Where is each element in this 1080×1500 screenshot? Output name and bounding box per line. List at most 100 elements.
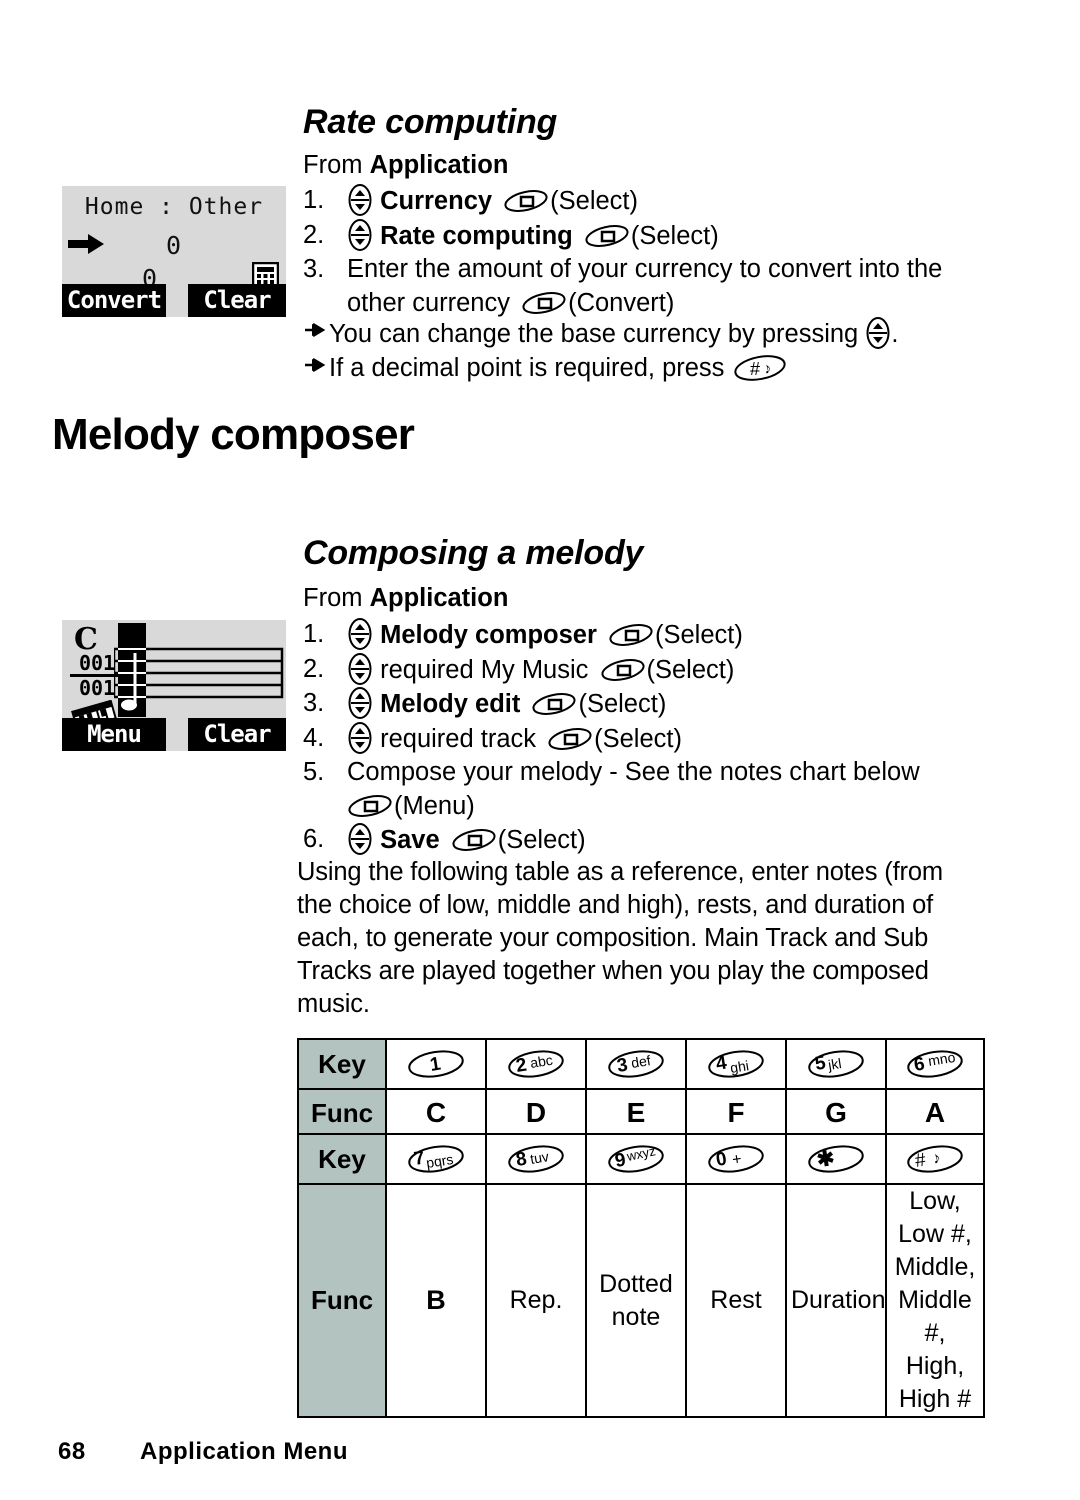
application-label: Application (369, 151, 509, 179)
soft-key-icon (451, 827, 497, 853)
func-cell: F (685, 1088, 787, 1138)
svg-text:✱: ✱ (815, 1146, 836, 1171)
svg-text:0: 0 (714, 1149, 728, 1171)
key-cell: 9 wxyz (585, 1133, 687, 1185)
list-item: 4. required track (Select) (303, 721, 920, 757)
svg-text:3: 3 (615, 1055, 629, 1077)
step-bold-text: Currency (380, 187, 493, 215)
svg-text:8: 8 (514, 1149, 528, 1171)
row-label-func: Func (297, 1088, 387, 1138)
step-tail: (Select) (550, 187, 639, 215)
step-number: 4. (303, 723, 325, 752)
key-cell: 2 abc (485, 1038, 587, 1090)
pitch-option: Low #, (898, 1220, 972, 1248)
func-cell: B (385, 1183, 487, 1418)
key-4-icon: 4 ghi (705, 1049, 767, 1079)
rate-from-application-line: From Application (303, 151, 508, 180)
list-item: You can change the base currency by pres… (303, 317, 898, 352)
arrow-bullet-icon (303, 353, 327, 377)
svg-text:jkl: jkl (826, 1055, 843, 1073)
func-cell: D (485, 1088, 587, 1138)
list-item: 1. Currency (Select) (303, 184, 942, 219)
list-item: 2. Rate computing (Select) (303, 218, 942, 254)
arrow-bullet-icon (303, 318, 327, 342)
pitch-option: High # (898, 1385, 972, 1413)
key-0-icon: 0 + (705, 1144, 767, 1174)
notes-table-upper: Key 1 2 abc 3 def 4 ghi 5 jkl 6 mno Func… (297, 1038, 985, 1138)
footer-title: Application Menu (140, 1438, 348, 1465)
key-1-icon: 1 (405, 1049, 467, 1079)
func-cell: A (885, 1088, 985, 1138)
key-cell: 8 tuv (485, 1133, 587, 1185)
step-tail: (Select) (497, 826, 586, 854)
melody-composer-screen: C 001 001 Menu Clear (62, 620, 286, 751)
key-9-icon: 9 wxyz (605, 1143, 667, 1174)
key-6-icon: 6 mno (904, 1049, 966, 1079)
melody-from-application-line: From Application (303, 584, 508, 613)
hash-key-icon: # ♪ (732, 354, 788, 382)
row-label-key: Key (297, 1038, 387, 1090)
softkey-clear[interactable]: Clear (188, 284, 286, 317)
softkey-menu[interactable]: Menu (62, 718, 166, 751)
step-number: 3. (303, 255, 325, 283)
func-cell-line: note (611, 1302, 661, 1331)
key-cell: 1 (385, 1038, 487, 1090)
note-text: You can change the base currency by pres… (329, 320, 866, 348)
screen-title: Home : Other (84, 194, 264, 220)
composing-melody-steps: 1. Melody composer (Select) 2. required … (303, 618, 920, 858)
row-label-func: Func (297, 1183, 387, 1418)
svg-text:6: 6 (912, 1054, 926, 1076)
step-tail: (Select) (655, 621, 743, 649)
softkey-clear[interactable]: Clear (188, 718, 286, 751)
step-bold-text: Melody composer (380, 621, 597, 649)
step-number: 2. (303, 220, 325, 249)
key-cell: 5 jkl (785, 1038, 887, 1090)
svg-text:#: # (913, 1149, 927, 1171)
step-line-1: Compose your melody - See the notes char… (347, 758, 920, 786)
key-cell: 4 ghi (685, 1038, 787, 1090)
step-tail: (Select) (594, 724, 682, 753)
svg-text:tuv: tuv (529, 1148, 550, 1167)
key-cell: 0 + (685, 1133, 787, 1185)
rate-computing-heading: Rate computing (303, 103, 558, 141)
step-line-2: other currency (Convert) (347, 287, 942, 321)
svg-text:7: 7 (412, 1148, 426, 1170)
step-line-2-tail: (Menu) (394, 791, 475, 820)
svg-text:abc: abc (529, 1052, 554, 1071)
soft-key-icon (584, 223, 630, 249)
svg-text:ghi: ghi (729, 1057, 750, 1076)
key-cell: # ♪ (885, 1133, 985, 1185)
note-text: If a decimal point is required, press (329, 353, 732, 382)
key-asterisk-icon: ✱ (805, 1144, 867, 1174)
navigation-up-down-key-icon (347, 687, 373, 719)
func-cell-pitch-list: Low, Low #, Middle, Middle #, High, High… (885, 1183, 985, 1418)
list-item: 6. Save (Select) (303, 823, 920, 858)
key-cell: ✱ (785, 1133, 887, 1185)
step-bold-text: Melody edit (380, 690, 521, 718)
svg-text:+: + (731, 1151, 743, 1169)
table-row: Key 1 2 abc 3 def 4 ghi 5 jkl 6 mno (297, 1038, 985, 1090)
navigation-up-down-key-icon (347, 721, 373, 754)
melody-description-paragraph: Using the following table as a reference… (297, 858, 943, 1018)
step-tail: (Select) (646, 655, 735, 684)
step-line-2-text: other currency (347, 288, 518, 317)
softkey-convert[interactable]: Convert (62, 284, 166, 317)
soft-key-icon (600, 657, 646, 683)
key-cell: 7 pqrs (385, 1133, 487, 1185)
func-cell: G (785, 1088, 887, 1138)
application-label: Application (369, 584, 509, 612)
func-cell: Rest (685, 1183, 787, 1418)
key-5-icon: 5 jkl (805, 1049, 867, 1079)
note-text-after: . (891, 320, 899, 348)
step-number: 1. (303, 620, 325, 648)
navigation-up-down-key-icon (347, 652, 373, 685)
navigation-up-down-key-icon (347, 618, 373, 650)
func-cell: Rep. (485, 1183, 587, 1418)
svg-text:wxyz: wxyz (625, 1144, 657, 1164)
rate-computing-steps: 1. Currency (Select) 2. Rate computing (… (303, 184, 942, 320)
func-cell: E (585, 1088, 687, 1138)
navigation-up-down-key-icon (865, 317, 891, 349)
from-label: From (303, 151, 370, 179)
soft-key-icon (521, 290, 567, 316)
svg-text:def: def (630, 1052, 652, 1071)
